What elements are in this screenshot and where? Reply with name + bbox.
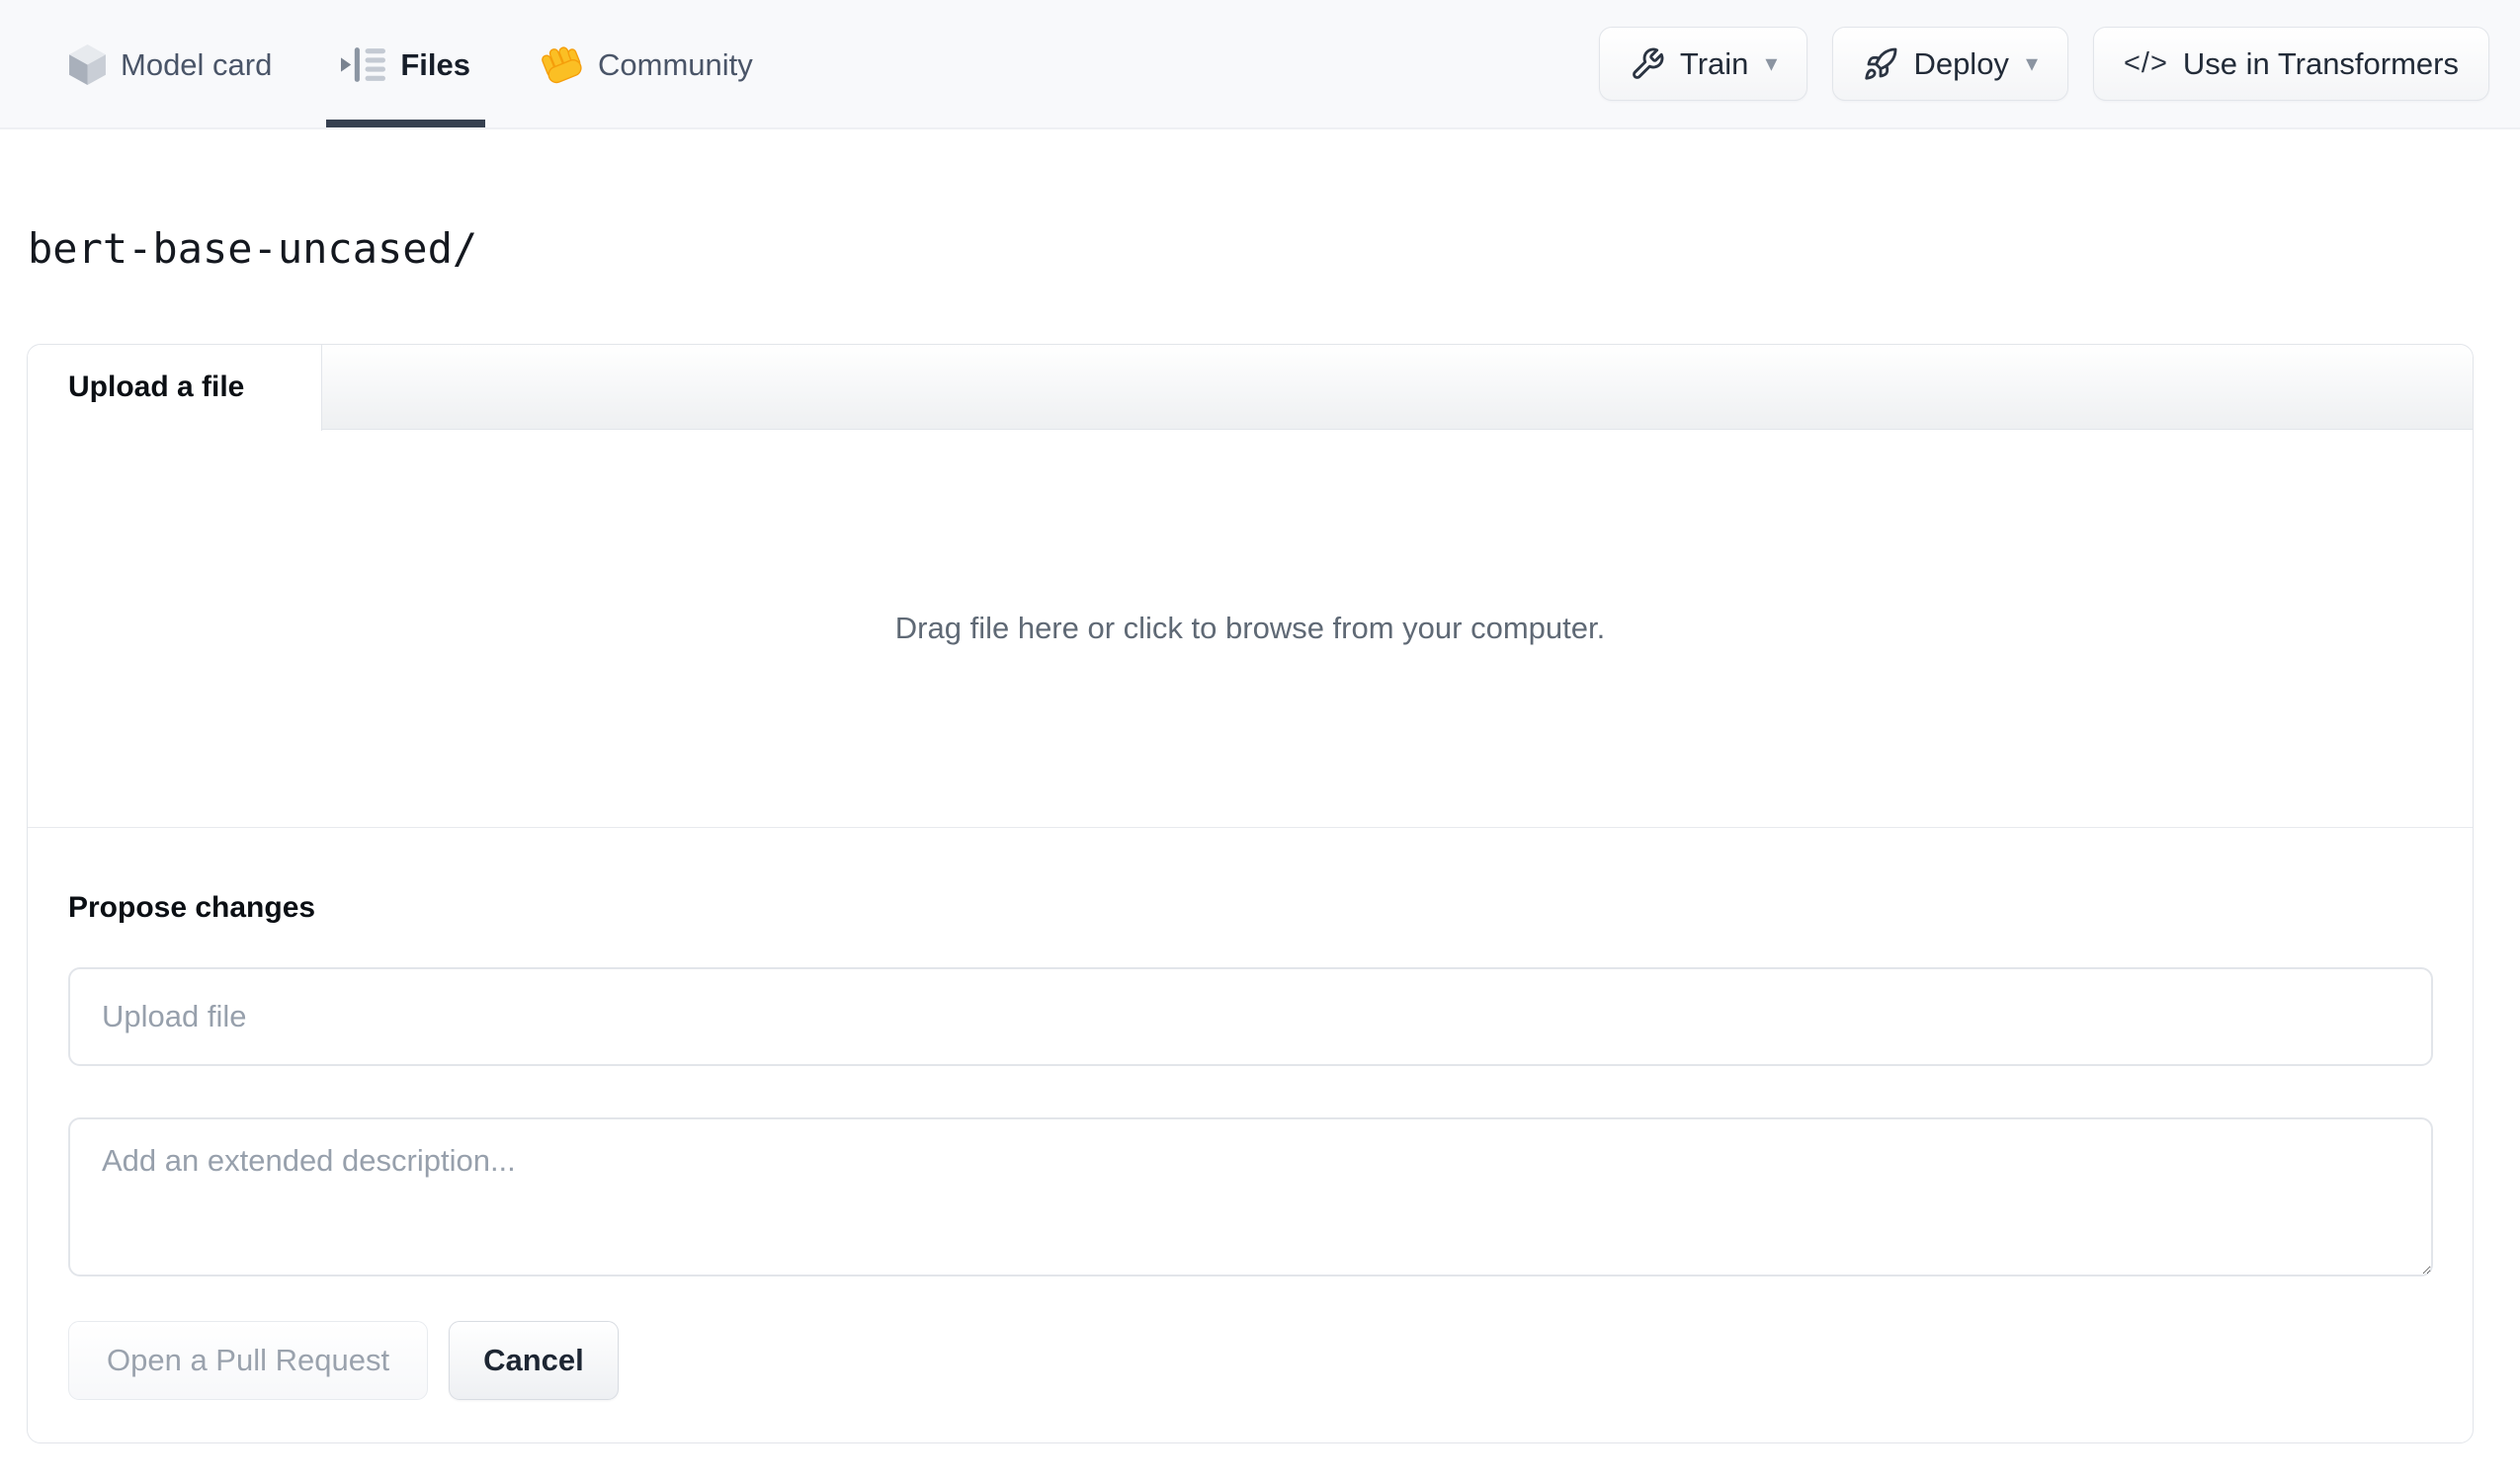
chevron-down-icon: ▾ [2025,49,2038,77]
propose-changes-heading: Propose changes [68,891,316,924]
dropzone-hint-text: Drag file here or click to browse from y… [894,611,1606,645]
deploy-button[interactable]: Deploy ▾ [1832,27,2068,101]
open-pull-request-button[interactable]: Open a Pull Request [68,1321,429,1400]
tab-upload-a-file[interactable]: Upload a file [28,345,322,431]
repo-action-buttons: Train ▾ Deploy ▾ </> Use in Transformers [1598,0,2520,127]
propose-changes-section: Propose changes Open a Pull Request Canc… [28,828,2473,1442]
use-in-transformers-button[interactable]: </> Use in Transformers [2092,27,2489,101]
file-versions-icon [341,47,386,82]
tab-community[interactable]: Community [525,0,768,127]
breadcrumb[interactable]: bert-base-uncased/ [28,224,477,273]
tab-files[interactable]: Files [326,0,486,127]
file-dropzone[interactable]: Drag file here or click to browse from y… [28,430,2473,828]
upload-file-card: Upload a file Drag file here or click to… [27,344,2474,1443]
upload-file-input[interactable] [68,967,2433,1066]
train-button-label: Train [1679,45,1749,81]
tab-upload-a-file-label: Upload a file [68,370,245,404]
wrench-icon [1630,46,1665,82]
repo-tab-bar: Model card Files Community Train ▾ Deplo… [0,0,2520,129]
propose-actions-row: Open a Pull Request Cancel [68,1321,2433,1400]
rocket-icon [1863,46,1898,82]
chevron-down-icon: ▾ [1765,49,1778,77]
cube-icon [69,44,106,85]
tab-files-label: Files [400,46,471,82]
code-icon: </> [2123,47,2168,79]
extended-description-textarea[interactable] [68,1117,2433,1276]
repo-tabs: Model card Files Community [54,0,807,127]
tab-community-label: Community [598,46,753,82]
upload-card-tab-strip: Upload a file [28,345,2473,431]
deploy-button-label: Deploy [1913,45,2009,81]
train-button[interactable]: Train ▾ [1598,27,1808,101]
tab-model-card-label: Model card [121,46,273,82]
use-in-transformers-label: Use in Transformers [2182,45,2459,81]
tab-model-card[interactable]: Model card [54,0,287,127]
waving-hand-icon [540,44,583,86]
cancel-button[interactable]: Cancel [449,1321,619,1400]
